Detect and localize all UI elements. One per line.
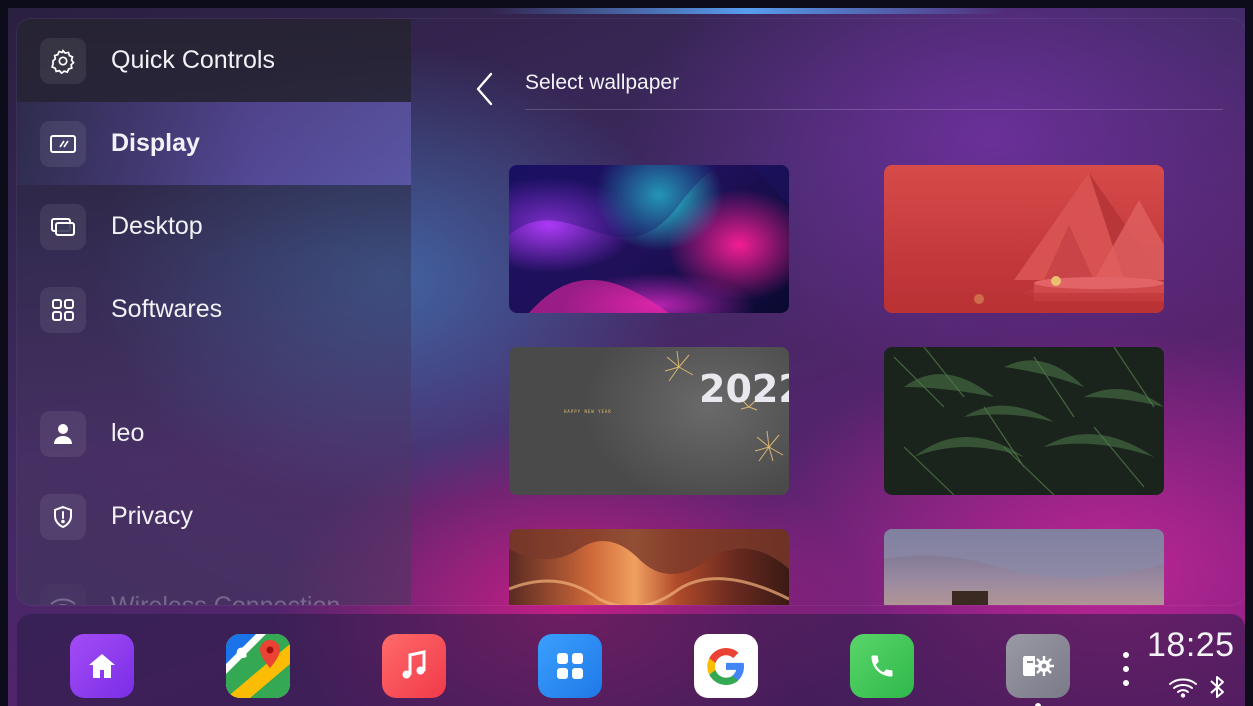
google-maps-icon: G <box>226 634 290 698</box>
apps-app[interactable] <box>538 634 602 698</box>
clock: 18:25 <box>1147 626 1235 664</box>
car-settings-app[interactable] <box>1006 634 1070 698</box>
apps-grid-icon <box>557 653 583 679</box>
sidebar-item-desktop[interactable]: Desktop <box>17 185 411 268</box>
sidebar-item-label: Softwares <box>111 295 223 323</box>
sidebar-item-label: leo <box>111 419 145 447</box>
sidebar-item-label: Wireless Connection <box>111 592 340 605</box>
sidebar-item-user[interactable]: leo <box>17 392 411 475</box>
phone-icon <box>871 655 893 677</box>
sidebar-item-privacy[interactable]: Privacy <box>17 475 411 558</box>
sidebar-item-label: Desktop <box>111 212 203 240</box>
bluetooth-icon <box>1210 676 1224 698</box>
phone-app[interactable] <box>850 634 914 698</box>
wallpaper-great-wall[interactable] <box>884 529 1164 605</box>
screen: Quick Controls Display Desktop Softwares… <box>8 8 1245 706</box>
user-icon <box>40 410 86 457</box>
music-note-icon <box>402 650 426 679</box>
desktop-icon <box>40 203 86 250</box>
car-settings-icon <box>1023 656 1054 676</box>
wallpaper-palm-leaves[interactable] <box>884 347 1164 495</box>
sidebar: Quick Controls Display Desktop Softwares… <box>17 19 411 605</box>
shield-icon <box>40 493 86 540</box>
greeting-text: HAPPY NEW YEAR <box>564 409 612 414</box>
home-icon <box>89 654 115 678</box>
top-glow <box>488 8 1008 14</box>
google-app[interactable] <box>694 634 758 698</box>
wallpaper-new-year[interactable]: 2022 HAPPY NEW YEAR <box>509 347 789 495</box>
status-dot <box>1123 652 1129 658</box>
sidebar-item-label: Quick Controls <box>111 46 275 74</box>
home-app[interactable] <box>70 634 134 698</box>
maps-app[interactable]: G <box>226 634 290 698</box>
wallpaper-red-mountain[interactable] <box>884 165 1164 313</box>
apps-grid-icon <box>40 286 86 333</box>
divider <box>525 109 1223 110</box>
status-dot <box>1123 680 1129 686</box>
sidebar-item-display[interactable]: Display <box>17 102 411 185</box>
gear-icon <box>40 37 86 84</box>
settings-panel: Quick Controls Display Desktop Softwares… <box>17 19 1245 605</box>
dock: G 18:25 <box>17 614 1245 706</box>
sidebar-item-quick-controls[interactable]: Quick Controls <box>17 19 411 102</box>
wallpaper-content: Select wallpaper 202 HAPPY NEW YEAR <box>411 19 1245 605</box>
wifi-icon <box>40 584 86 605</box>
music-app[interactable] <box>382 634 446 698</box>
svg-text:G: G <box>236 646 248 662</box>
page-title: Select wallpaper <box>525 71 680 94</box>
wallpaper-canyon[interactable] <box>509 529 789 605</box>
display-icon <box>40 120 86 167</box>
sidebar-item-softwares[interactable]: Softwares <box>17 268 411 351</box>
sidebar-item-label: Display <box>111 129 200 157</box>
google-icon <box>707 648 744 685</box>
wifi-icon <box>1169 678 1197 698</box>
status-dot <box>1123 666 1129 672</box>
wallpaper-abstract-neon[interactable] <box>509 165 789 313</box>
chevron-left-icon[interactable] <box>471 71 499 107</box>
sidebar-item-wireless[interactable]: Wireless Connection <box>17 565 411 605</box>
sidebar-item-label: Privacy <box>111 502 193 530</box>
year-text: 2022 <box>699 367 789 411</box>
